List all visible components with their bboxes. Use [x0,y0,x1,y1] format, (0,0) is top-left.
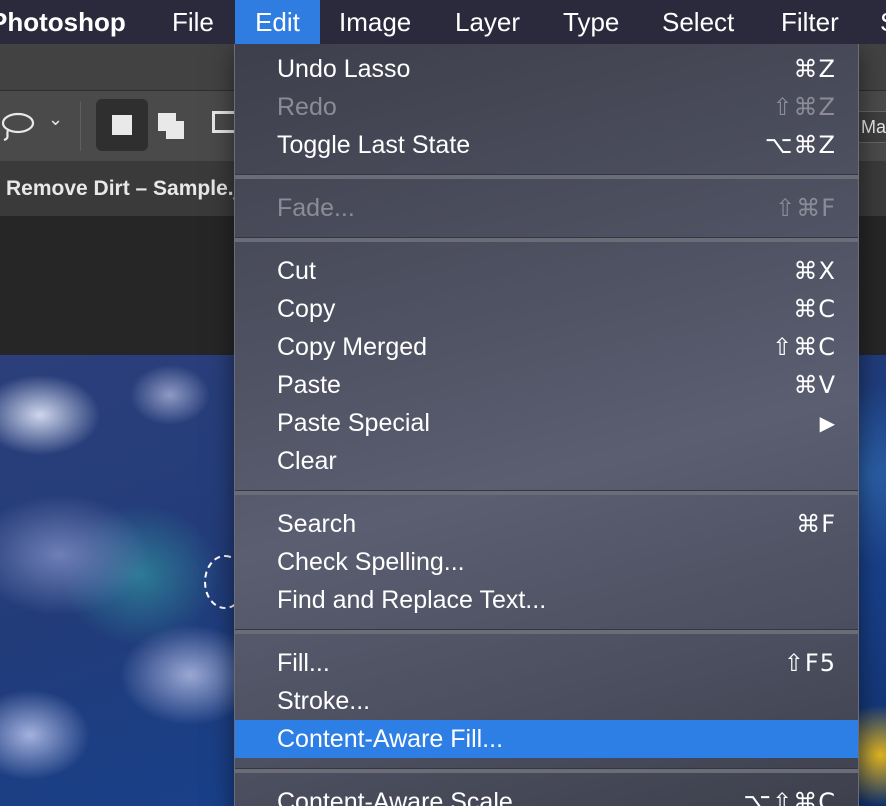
menu-separator [235,237,858,242]
menu-item-fill[interactable]: Fill... ⇧F5 [235,644,858,682]
submenu-arrow-icon: ▶ [819,411,836,435]
menu-item-paste-special[interactable]: Paste Special ▶ [235,404,858,442]
menu-item-stroke[interactable]: Stroke... [235,682,858,720]
menu-item-cut[interactable]: Cut ⌘X [235,252,858,290]
menu-item-label: Toggle Last State [277,131,471,159]
menu-item-shortcut: ⇧⌘F [775,194,836,222]
menu-item-label: Redo [277,93,337,121]
menu-item-label: Check Spelling... [277,548,465,576]
menu-item-shortcut: ⌥⇧⌘C [743,788,836,806]
menu-item-shortcut: ⇧F5 [783,649,836,677]
menu-separator [235,768,858,773]
menu-file[interactable]: File [172,0,214,44]
menu-separator [235,490,858,495]
menu-item-label: Copy [277,295,336,323]
menu-separator [235,174,858,179]
menu-item-label: Undo Lasso [277,55,411,83]
menu-item-label: Fade... [277,194,355,222]
select-and-mask-button[interactable]: Mask [856,111,886,143]
menu-item-check-spelling[interactable]: Check Spelling... [235,543,858,581]
menu-select[interactable]: Select [662,0,734,44]
menu-item-fade: Fade... ⇧⌘F [235,189,858,227]
menu-item-shortcut: ⌘V [793,371,836,399]
menu-item-toggle-last-state[interactable]: Toggle Last State ⌥⌘Z [235,126,858,164]
menu-separator [235,629,858,634]
new-selection-button[interactable] [96,99,148,151]
divider [80,101,81,151]
chevron-down-icon[interactable]: ⌄ [48,109,63,130]
menu-bar: Photoshop File Edit Image Layer Type Sel… [0,0,886,44]
menu-item-label: Cut [277,257,316,285]
menu-item-content-aware-scale[interactable]: Content-Aware Scale ⌥⇧⌘C [235,783,858,806]
menu-item-redo: Redo ⇧⌘Z [235,88,858,126]
menu-item-label: Stroke... [277,687,371,715]
menu-layer[interactable]: Layer [455,0,520,44]
menu-item-search[interactable]: Search ⌘F [235,505,858,543]
menu-item-shortcut: ⌘Z [793,55,836,83]
menu-overflow[interactable]: S [880,0,886,44]
menu-edit[interactable]: Edit [235,0,320,44]
menu-item-content-aware-fill[interactable]: Content-Aware Fill... [235,720,858,758]
app-menu[interactable]: Photoshop [0,0,126,44]
menu-item-shortcut: ⌘C [793,295,836,323]
menu-filter[interactable]: Filter [781,0,839,44]
menu-item-label: Content-Aware Fill... [277,725,504,753]
menu-item-label: Copy Merged [277,333,428,361]
edit-menu-dropdown: Undo Lasso ⌘Z Redo ⇧⌘Z Toggle Last State… [234,44,859,806]
menu-item-label: Fill... [277,649,330,677]
menu-item-paste[interactable]: Paste ⌘V [235,366,858,404]
menu-item-label: Clear [277,447,337,475]
menu-item-shortcut: ⌘F [796,510,836,538]
menu-item-label: Paste [277,371,341,399]
menu-item-shortcut: ⇧⌘Z [772,93,836,121]
menu-item-find-replace[interactable]: Find and Replace Text... [235,581,858,619]
new-selection-icon [112,115,132,135]
menu-item-copy[interactable]: Copy ⌘C [235,290,858,328]
menu-item-label: Content-Aware Scale [277,788,513,806]
menu-item-undo[interactable]: Undo Lasso ⌘Z [235,50,858,88]
menu-item-label: Paste Special [277,409,430,437]
menu-image[interactable]: Image [339,0,411,44]
menu-item-shortcut: ⌘X [793,257,836,285]
menu-item-copy-merged[interactable]: Copy Merged ⇧⌘C [235,328,858,366]
photoshop-window: Photoshop File Edit Image Layer Type Sel… [0,0,886,806]
menu-item-label: Find and Replace Text... [277,586,547,614]
menu-item-shortcut: ⇧⌘C [772,333,836,361]
menu-type[interactable]: Type [563,0,619,44]
menu-item-label: Search [277,510,357,538]
menu-item-clear[interactable]: Clear [235,442,858,480]
add-selection-icon-front [166,121,184,139]
menu-item-shortcut: ⌥⌘Z [764,131,836,159]
add-to-selection-button[interactable] [158,113,190,141]
lasso-tool-icon[interactable] [0,111,40,142]
subtract-from-selection-button[interactable] [212,111,234,133]
document-tab-title: Remove Dirt – Sample.jpg [6,177,266,200]
